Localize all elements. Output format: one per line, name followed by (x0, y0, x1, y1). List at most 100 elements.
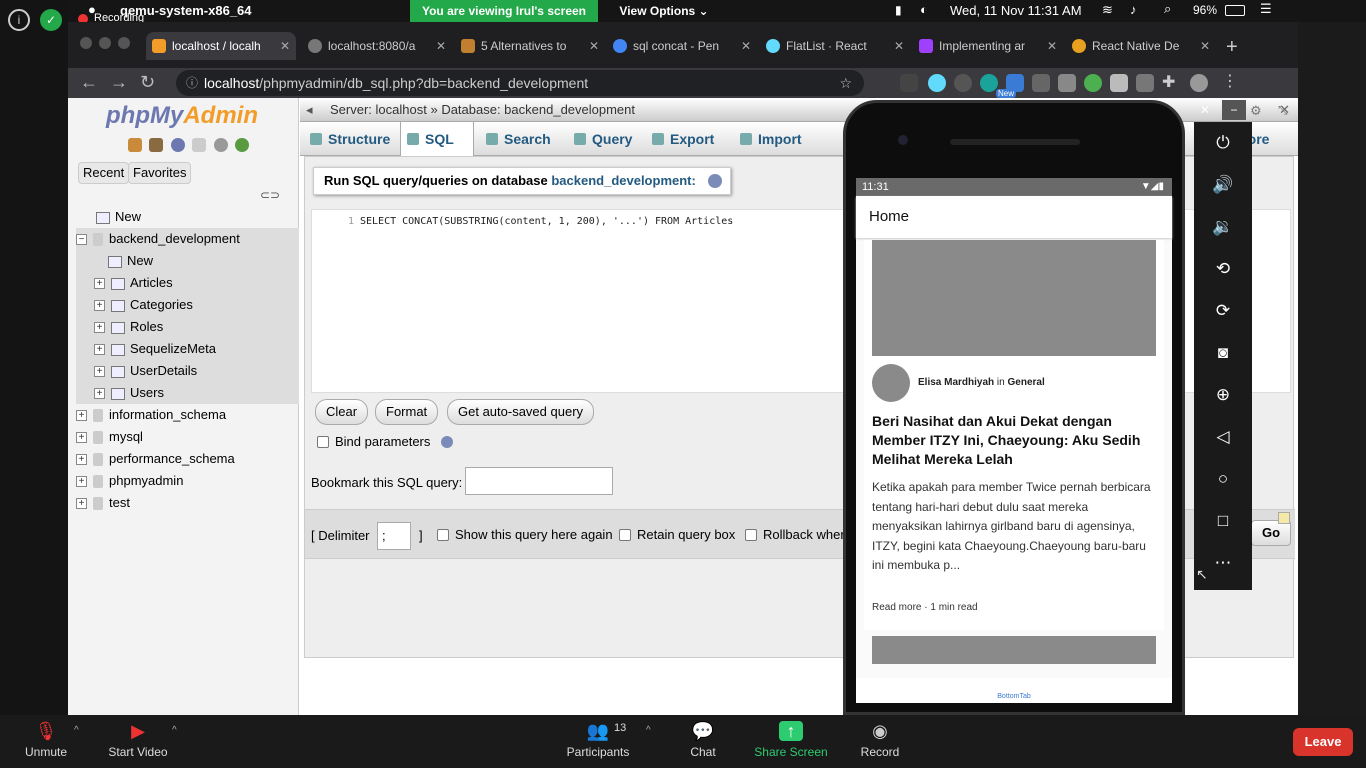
close-tab-icon[interactable]: ✕ (741, 32, 751, 60)
rotate-left-icon[interactable]: ⟲ (1212, 258, 1234, 280)
extension-icon[interactable] (1136, 74, 1154, 92)
tree-table-articles[interactable]: + Articles (76, 272, 299, 294)
article-headline[interactable]: Beri Nasihat dan Akui Dekat dengan Membe… (872, 412, 1162, 469)
expand-icon[interactable]: + (76, 432, 87, 444)
phpmyadmin-logo[interactable]: phpMyAdmin (106, 102, 258, 130)
close-tab-icon[interactable]: ✕ (436, 32, 446, 60)
tab-structure[interactable]: Structure (304, 122, 390, 156)
read-more-link[interactable]: Read more (872, 602, 921, 613)
tree-db-backend-development[interactable]: − backend_development (76, 228, 299, 250)
expand-icon[interactable]: + (94, 322, 105, 334)
bookmark-input[interactable] (465, 467, 613, 495)
volume-up-icon[interactable]: 🔊 (1212, 174, 1234, 196)
settings-gear-icon[interactable] (213, 138, 228, 152)
contrast-icon[interactable]: ◐ (920, 2, 928, 17)
delimiter-input[interactable]: ; (377, 522, 411, 550)
extension-icon[interactable] (1058, 74, 1076, 92)
author-name[interactable]: Elisa Mardhiyah (918, 377, 994, 388)
expand-icon[interactable]: + (94, 388, 105, 400)
spotlight-icon[interactable]: ⌕ (1164, 1, 1171, 17)
react-devtools-icon[interactable] (928, 74, 946, 92)
article-card[interactable]: Elisa Mardhiyah in General Beri Nasihat … (864, 240, 1164, 630)
tree-db-phpmyadmin[interactable]: + phpmyadmin (76, 470, 183, 492)
breadcrumb-database[interactable]: Database: backend_development (441, 102, 635, 117)
tab-export[interactable]: Export (646, 122, 714, 156)
tree-db-information-schema[interactable]: + information_schema (76, 404, 226, 426)
volume-icon[interactable]: ♪ (1130, 2, 1137, 17)
tree-table-userdetails[interactable]: + UserDetails (76, 360, 299, 382)
rotate-right-icon[interactable]: ⟳ (1212, 300, 1234, 322)
wifi-icon[interactable]: ≋ (1102, 2, 1113, 18)
expand-icon[interactable]: + (76, 454, 87, 466)
retain-query-box-row[interactable]: Retain query box (619, 526, 735, 544)
forward-icon[interactable]: → (110, 72, 128, 93)
help-icon[interactable] (170, 138, 185, 152)
browser-tab[interactable]: React Native De ✕ (1066, 32, 1216, 60)
extension-icon[interactable] (980, 74, 998, 92)
close-tab-icon[interactable]: ✕ (1200, 32, 1210, 60)
profile-avatar-icon[interactable] (1190, 74, 1208, 92)
collapse-arrow-icon[interactable]: ◂ (306, 98, 313, 122)
camera-icon[interactable]: ◙ (1212, 342, 1234, 364)
tree-db-test[interactable]: + test (76, 492, 130, 514)
console-icon[interactable] (1278, 512, 1290, 524)
puzzle-icon[interactable]: ✚ (1162, 72, 1175, 92)
power-icon[interactable]: ⏻ (1212, 132, 1234, 154)
tree-table-roles[interactable]: + Roles (76, 316, 299, 338)
tree-table-categories[interactable]: + Categories (76, 294, 299, 316)
tree-db-mysql[interactable]: + mysql (76, 426, 143, 448)
chevron-up-icon[interactable]: ^ (646, 725, 651, 736)
tab-query[interactable]: Query (568, 122, 632, 156)
shield-check-icon[interactable]: ✓ (40, 9, 62, 31)
expand-icon[interactable]: + (94, 344, 105, 356)
rollback-checkbox[interactable] (745, 528, 757, 541)
browser-tab[interactable]: 5 Alternatives to ✕ (455, 32, 605, 60)
close-window-button[interactable] (80, 37, 92, 49)
clock[interactable]: Wed, 11 Nov 11:31 AM (950, 3, 1082, 18)
browser-tab[interactable]: Implementing ar ✕ (913, 32, 1063, 60)
close-tab-icon[interactable]: ✕ (894, 32, 904, 60)
emulator-screen[interactable]: 11:31 ▼◢▮ Home Elisa Mardhiyah in Genera… (856, 178, 1172, 703)
home-circle-icon[interactable]: ○ (1212, 468, 1234, 490)
tree-new-database[interactable]: New (96, 206, 141, 228)
tree-table-sequelizemeta[interactable]: + SequelizeMeta (76, 338, 299, 360)
expand-icon[interactable]: + (94, 366, 105, 378)
favorites-button[interactable]: Favorites (128, 162, 192, 184)
chevron-up-icon[interactable]: ^ (172, 725, 177, 736)
reload-icon[interactable]: ↻ (140, 72, 155, 93)
kebab-menu-icon[interactable]: ⋮ (1222, 71, 1238, 91)
close-tab-icon[interactable]: ✕ (1047, 32, 1057, 60)
close-tab-icon[interactable]: ✕ (280, 32, 290, 60)
zoom-window-button[interactable] (118, 37, 130, 49)
audio-icon[interactable]: ▮ (895, 3, 902, 17)
control-center-icon[interactable]: ☰ (1260, 1, 1272, 17)
tree-db-performance-schema[interactable]: + performance_schema (76, 448, 235, 470)
browser-tab-active[interactable]: localhost / localh ✕ (146, 32, 296, 60)
recent-button[interactable]: Recent (78, 162, 130, 184)
leave-button[interactable]: Leave (1293, 728, 1353, 756)
collapse-icon[interactable]: ⤡ (1278, 103, 1288, 118)
tree-table-users[interactable]: + Users (76, 382, 299, 404)
link-icon[interactable]: ⊂⊃ (260, 188, 280, 202)
extension-icon[interactable] (1084, 74, 1102, 92)
reload-nav-icon[interactable] (235, 138, 250, 152)
emulator-settings-icon[interactable]: ⚙ (1250, 103, 1262, 119)
record-button[interactable]: ◉ Record (840, 721, 920, 759)
tab-sql[interactable]: SQL (400, 122, 474, 156)
tab-search[interactable]: Search (480, 122, 551, 156)
info-icon[interactable]: ⓘ (186, 70, 198, 96)
shield-extension-icon[interactable] (1110, 74, 1128, 92)
bottom-tab-bar[interactable]: BottomTab (856, 678, 1172, 703)
clear-button[interactable]: Clear (315, 399, 369, 425)
bind-parameters-row[interactable]: Bind parameters (317, 433, 453, 451)
collapse-icon[interactable]: − (76, 234, 87, 246)
tree-new-table[interactable]: New (76, 250, 299, 272)
breadcrumb-server[interactable]: Server: localhost (330, 102, 427, 117)
heading-db[interactable]: backend_development: (551, 173, 696, 188)
category-name[interactable]: General (1008, 377, 1045, 388)
get-autosaved-query-button[interactable]: Get auto-saved query (447, 399, 595, 425)
format-button[interactable]: Format (375, 399, 439, 425)
tab-import[interactable]: Import (734, 122, 802, 156)
rollback-row[interactable]: Rollback wher (745, 526, 845, 544)
chat-button[interactable]: 💬 Chat (663, 721, 743, 759)
